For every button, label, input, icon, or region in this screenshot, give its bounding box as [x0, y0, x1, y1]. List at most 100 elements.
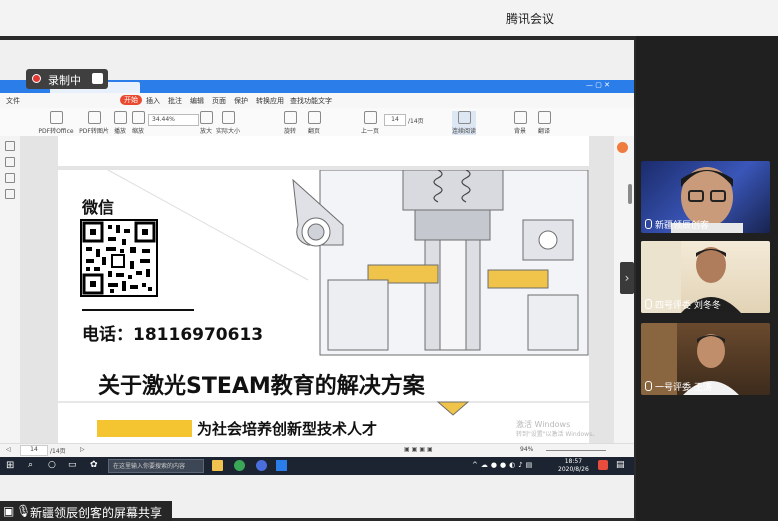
record-dot-icon — [32, 74, 41, 83]
stop-recording-icon[interactable] — [92, 73, 103, 84]
app-icon[interactable] — [256, 460, 267, 471]
status-page-input[interactable]: 14 — [20, 445, 48, 456]
status-zoom: 94% — [520, 446, 534, 453]
search-icon[interactable]: ⌕ — [28, 460, 39, 471]
assistant-icon[interactable] — [617, 142, 628, 153]
qr-code-icon — [82, 221, 156, 295]
menu-convert[interactable]: 转换应用 — [256, 96, 284, 106]
pdf-page — [58, 170, 589, 443]
zoom-slider[interactable] — [546, 450, 606, 451]
moon-icon — [513, 111, 527, 124]
flip-page-button[interactable]: 翻页 — [306, 111, 322, 135]
participant-name-3: 一号评委 王涛 — [645, 380, 712, 393]
meeting-title-bar: 腾讯会议 — [0, 0, 778, 37]
collapse-panel-button[interactable]: › — [620, 262, 634, 294]
menu-annotate[interactable]: 批注 — [168, 96, 182, 106]
window-controls[interactable]: — ▢ ✕ — [586, 81, 610, 89]
slide-graphic — [58, 170, 589, 416]
rotate-button[interactable]: 旋转 — [282, 111, 298, 135]
slide-subtitle: 为社会培养创新型技术人才 — [197, 420, 378, 438]
prev-page-icon — [363, 111, 377, 124]
participant-video-3[interactable]: 一号评委 王涛 — [641, 323, 770, 395]
activation-watermark: 激活 Windows 转到"设置"以激活 Windows。 — [516, 420, 599, 438]
app-grid-icon[interactable]: ✿ — [90, 460, 101, 471]
participant-video-2[interactable]: 四号评委 刘冬冬 — [641, 241, 770, 313]
prev-page-button[interactable]: 上一页 — [360, 111, 380, 135]
mic-icon: 🎙 — [16, 504, 32, 518]
play-button[interactable]: 播放 — [112, 111, 128, 135]
meeting-title: 腾讯会议 — [506, 12, 555, 26]
pdf-statusbar: ◁ 14 /14页 ▷ ▣▣▣▣ 94% — [0, 443, 634, 457]
zoom-in-icon — [199, 111, 213, 124]
share-screen-icon: ▣ — [3, 504, 15, 518]
thumbnail-icon[interactable] — [5, 141, 15, 151]
page-total: /14页 — [408, 118, 424, 125]
view-mode-icons[interactable]: ▣▣▣▣ — [404, 446, 435, 453]
zoom-tool-button[interactable]: 缩放 — [130, 111, 146, 135]
cortana-icon[interactable]: ○ — [48, 460, 59, 471]
background-button[interactable]: 背景 — [512, 111, 528, 135]
screen-share-label: ▣ 🎙 新疆领辰创客的屏幕共享 — [0, 501, 172, 521]
mic-icon — [645, 299, 652, 309]
zoom-input[interactable]: 34.44% — [148, 114, 199, 126]
windows-start-icon[interactable]: ⊞ — [6, 460, 17, 471]
wechat-qr-code — [80, 219, 158, 297]
continuous-icon — [457, 111, 471, 124]
taskbar-search-input[interactable]: 在这里输入你要搜索的内容 — [108, 459, 204, 473]
participant-name-1: 新疆领辰创客 — [645, 218, 709, 231]
flip-icon — [307, 111, 321, 124]
actual-size-icon — [221, 111, 235, 124]
pdf-sidebar — [0, 136, 21, 443]
continuous-read-button[interactable]: 连续阅读 — [452, 111, 476, 135]
scroll-thumb[interactable] — [628, 184, 632, 204]
actual-size-button[interactable]: 实际大小 — [216, 111, 240, 135]
convert-icon — [49, 111, 63, 124]
recording-badge[interactable]: 录制中 — [26, 69, 108, 89]
participant-name-2: 四号评委 刘冬冬 — [645, 298, 721, 311]
prev-arrow-icon[interactable]: ◁ — [6, 446, 11, 453]
phone-number: 电话：18116970613 — [82, 325, 264, 345]
next-arrow-icon[interactable]: ▷ — [80, 446, 85, 453]
task-view-icon[interactable]: ▭ — [68, 460, 79, 471]
slide-title-box: 关于激光STEAM教育的解决方案 — [58, 360, 589, 402]
translate-button[interactable]: 翻译 — [536, 111, 552, 135]
mic-icon — [645, 381, 652, 391]
file-explorer-icon[interactable] — [212, 460, 223, 471]
zoom-icon — [131, 111, 145, 124]
yellow-accent-bar — [97, 420, 192, 437]
pdf-menubar: 文件 开始 插入 批注 编辑 页面 保护 转换应用 查找功能文字 — [0, 93, 634, 109]
pdf-to-office-button[interactable]: PDF转Office — [38, 111, 74, 135]
play-icon — [113, 111, 127, 124]
status-page-total: /14页 — [50, 448, 66, 455]
translate-icon — [537, 111, 551, 124]
bookmark-icon[interactable] — [5, 157, 15, 167]
system-tray-icons[interactable]: ^☁●●◐♪▤ — [472, 461, 535, 469]
menu-file[interactable]: 文件 — [6, 96, 20, 106]
participant-video-1[interactable]: 新疆领辰创客 — [641, 161, 770, 233]
pdf-to-image-button[interactable]: PDF转图片 — [78, 111, 110, 135]
menu-protect[interactable]: 保护 — [234, 96, 248, 106]
taskbar-clock[interactable]: 18:57 2020/8/26 — [558, 458, 589, 474]
zoom-in-button[interactable]: 放大 — [198, 111, 214, 135]
recording-label: 录制中 — [48, 74, 81, 87]
image-icon — [87, 111, 101, 124]
menu-insert[interactable]: 插入 — [146, 96, 160, 106]
ime-icon[interactable] — [598, 460, 608, 470]
meeting-app-icon[interactable] — [276, 460, 287, 471]
menu-search[interactable]: 查找功能文字 — [290, 96, 332, 106]
windows-taskbar: ⊞ ⌕ ○ ▭ ✿ 在这里输入你要搜索的内容 ^☁●●◐♪▤ 18:57 202… — [0, 457, 634, 475]
attachment-icon[interactable] — [5, 189, 15, 199]
annotation-icon[interactable] — [5, 173, 15, 183]
menu-page[interactable]: 页面 — [212, 96, 226, 106]
wechat-label: 微信 — [82, 198, 115, 217]
page-number-input[interactable]: 14 — [384, 114, 406, 126]
divider-line — [82, 309, 194, 311]
mic-icon — [645, 219, 652, 229]
notification-icon[interactable]: ▤ — [616, 460, 625, 470]
previous-page-bottom — [58, 136, 589, 170]
pdf-toolbar: PDF转Office PDF转图片 播放 缩放 34.44% 放大 实际大小 旋… — [0, 108, 634, 137]
browser-icon[interactable] — [234, 460, 245, 471]
menu-start[interactable]: 开始 — [120, 95, 142, 105]
menu-edit[interactable]: 编辑 — [190, 96, 204, 106]
rotate-icon — [283, 111, 297, 124]
